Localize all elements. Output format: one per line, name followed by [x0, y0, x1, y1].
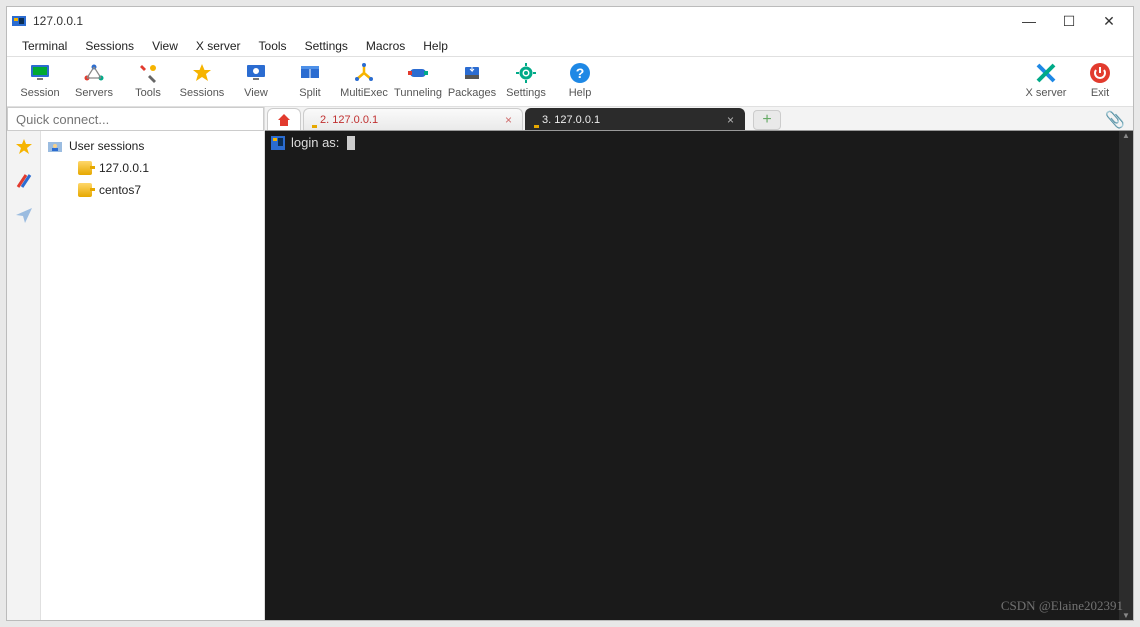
key-icon — [77, 182, 93, 198]
tunnel-icon — [406, 61, 430, 85]
tab-new-button[interactable]: + — [753, 110, 781, 130]
tab-label: 3. 127.0.0.1 — [542, 114, 600, 126]
multiexec-icon — [352, 61, 376, 85]
watermark: CSDN @Elaine202391 — [1001, 598, 1123, 614]
toolbar-tunneling[interactable]: Tunneling — [391, 59, 445, 99]
terminal-prompt: login as: — [291, 135, 339, 150]
sidebar-tabs — [7, 131, 41, 620]
menu-view[interactable]: View — [143, 37, 187, 55]
quick-connect-input[interactable] — [7, 107, 264, 131]
toolbar-servers[interactable]: Servers — [67, 59, 121, 99]
tab-close-icon[interactable]: × — [505, 113, 512, 127]
key-icon — [77, 160, 93, 176]
toolbar-tools[interactable]: Tools — [121, 59, 175, 99]
main-panel: 2. 127.0.0.1 × 3. 127.0.0.1 × + 📎 login … — [265, 107, 1133, 620]
tab-label: 2. 127.0.0.1 — [320, 114, 378, 126]
terminal-cursor — [347, 136, 355, 150]
menubar: Terminal Sessions View X server Tools Se… — [7, 35, 1133, 57]
xserver-icon — [1034, 61, 1058, 85]
terminal-scrollbar[interactable] — [1119, 131, 1133, 620]
menu-xserver[interactable]: X server — [187, 37, 250, 55]
menu-terminal[interactable]: Terminal — [13, 37, 76, 55]
split-icon — [298, 61, 322, 85]
app-window: 127.0.0.1 — ☐ ✕ Terminal Sessions View X… — [6, 6, 1134, 621]
toolbar-settings[interactable]: Settings — [499, 59, 553, 99]
maximize-button[interactable]: ☐ — [1049, 7, 1089, 35]
tab-session-2[interactable]: 2. 127.0.0.1 × — [303, 108, 523, 130]
menu-sessions[interactable]: Sessions — [76, 37, 143, 55]
tab-session-3[interactable]: 3. 127.0.0.1 × — [525, 108, 745, 130]
toolbar-multiexec[interactable]: MultiExec — [337, 59, 391, 99]
tab-home[interactable] — [267, 108, 301, 130]
work-area: User sessions 127.0.0.1 centos7 — [7, 107, 1133, 620]
toolbar-packages[interactable]: Packages — [445, 59, 499, 99]
tree-item-label: 127.0.0.1 — [99, 161, 149, 175]
session-tree: User sessions 127.0.0.1 centos7 — [41, 131, 264, 620]
home-icon — [276, 112, 292, 128]
menu-tools[interactable]: Tools — [250, 37, 296, 55]
monitor-icon — [28, 61, 52, 85]
packages-icon — [460, 61, 484, 85]
plus-icon: + — [762, 111, 771, 129]
toolbar-help[interactable]: ? Help — [553, 59, 607, 99]
help-icon: ? — [568, 61, 592, 85]
toolbar-exit[interactable]: Exit — [1073, 59, 1127, 99]
folder-user-icon — [47, 138, 63, 154]
toolbar-view[interactable]: View — [229, 59, 283, 99]
minimize-button[interactable]: — — [1009, 7, 1049, 35]
toolbar-split[interactable]: Split — [283, 59, 337, 99]
network-icon — [82, 61, 106, 85]
tree-item-centos7[interactable]: centos7 — [43, 179, 262, 201]
toolbar-xserver[interactable]: X server — [1019, 59, 1073, 99]
terminal-icon — [271, 136, 285, 150]
window-title: 127.0.0.1 — [33, 14, 83, 28]
tree-root-user-sessions[interactable]: User sessions — [43, 135, 262, 157]
sidebar: User sessions 127.0.0.1 centos7 — [7, 107, 265, 620]
toolbar-sessions[interactable]: Sessions — [175, 59, 229, 99]
terminal[interactable]: login as: CSDN @Elaine202391 — [265, 131, 1133, 620]
close-button[interactable]: ✕ — [1089, 7, 1129, 35]
paperclip-icon[interactable]: 📎 — [1105, 110, 1125, 130]
app-icon — [11, 13, 27, 29]
tabbar: 2. 127.0.0.1 × 3. 127.0.0.1 × + 📎 — [265, 107, 1133, 131]
toolbar: Session Servers Tools Sessions View Spli… — [7, 57, 1133, 107]
titlebar: 127.0.0.1 — ☐ ✕ — [7, 7, 1133, 35]
sidetab-sftp[interactable] — [12, 203, 36, 227]
tree-item-label: centos7 — [99, 183, 141, 197]
menu-help[interactable]: Help — [414, 37, 457, 55]
menu-macros[interactable]: Macros — [357, 37, 414, 55]
toolbar-session[interactable]: Session — [13, 59, 67, 99]
tree-root-label: User sessions — [69, 139, 144, 153]
sidetab-favorites[interactable] — [12, 135, 36, 159]
gear-icon — [514, 61, 538, 85]
sidetab-macros[interactable] — [12, 169, 36, 193]
view-icon — [244, 61, 268, 85]
star-icon — [190, 61, 214, 85]
svg-text:?: ? — [576, 65, 585, 81]
tab-close-icon[interactable]: × — [727, 113, 734, 127]
menu-settings[interactable]: Settings — [296, 37, 357, 55]
power-icon — [1088, 61, 1112, 85]
tree-item-127001[interactable]: 127.0.0.1 — [43, 157, 262, 179]
tools-icon — [136, 61, 160, 85]
